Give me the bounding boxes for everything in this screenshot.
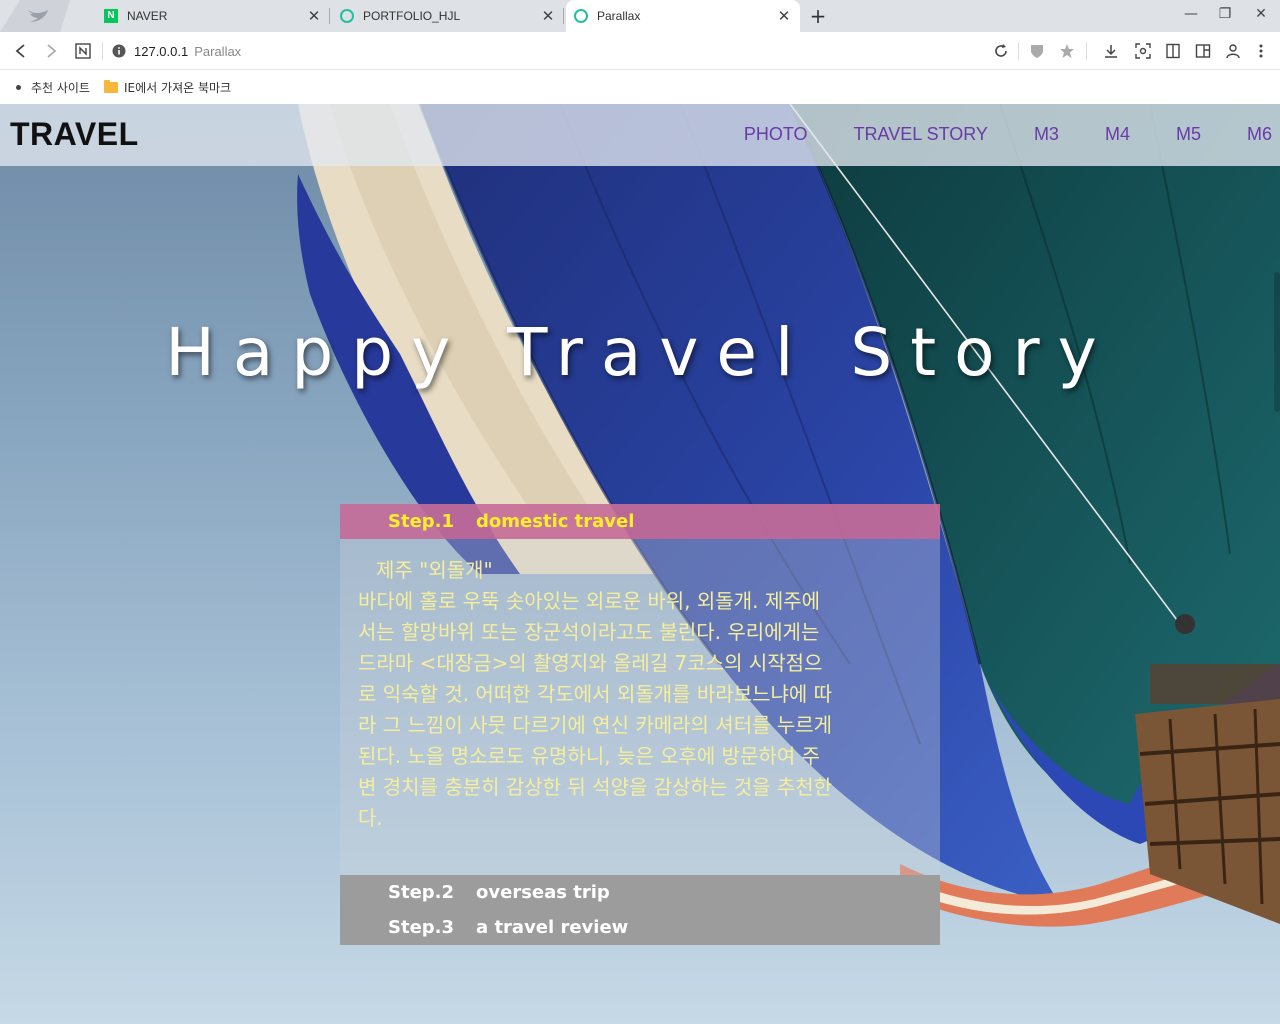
step-title: overseas trip (476, 882, 610, 903)
step1-content: 제주 "외돌개" 바다에 홀로 우뚝 솟아있는 외로운 바위, 외돌개. 제주에… (340, 539, 940, 875)
restore-button[interactable]: ❐ (1208, 0, 1242, 32)
new-tab-button[interactable]: + (806, 4, 830, 28)
minimize-button[interactable]: — (1174, 0, 1208, 32)
hero-title: Happy Travel Story (165, 314, 1115, 391)
close-icon[interactable]: ✕ (776, 7, 792, 25)
tab-naver[interactable]: N NAVER ✕ (96, 0, 330, 32)
step1-subtitle: 제주 "외돌개" (376, 558, 493, 582)
step1-header[interactable]: Step.1 domestic travel (340, 504, 940, 539)
nav-photo[interactable]: PHOTO (744, 124, 808, 145)
shield-icon[interactable] (1026, 40, 1048, 62)
tab-portfolio[interactable]: PORTFOLIO_HJL ✕ (332, 0, 564, 32)
menu-icon[interactable] (1250, 40, 1272, 62)
ring-icon (574, 9, 588, 23)
download-icon[interactable] (1100, 40, 1122, 62)
step-number: Step.2 (388, 882, 455, 903)
naver-home-icon[interactable] (72, 40, 94, 62)
reader-icon[interactable] (1162, 40, 1184, 62)
close-icon[interactable]: ✕ (540, 7, 556, 25)
nav-m4[interactable]: M4 (1105, 124, 1130, 145)
step1-line: 다. (358, 806, 383, 830)
tab-title: PORTFOLIO_HJL (363, 9, 461, 23)
step1-line: 드라마 <대장금>의 촬영지와 올레길 7코스의 시작점으 (358, 651, 823, 675)
page-viewport: TRAVEL PHOTO TRAVEL STORY M3 M4 M5 M6 Ha… (0, 104, 1280, 1024)
dot-icon (16, 84, 21, 90)
info-icon[interactable] (112, 44, 126, 58)
site-nav: PHOTO TRAVEL STORY M3 M4 M5 M6 (698, 124, 1272, 145)
step1-line: 바다에 홀로 우뚝 솟아있는 외로운 바위, 외돌개. 제주에 (358, 589, 821, 613)
tab-title: NAVER (127, 9, 168, 23)
step-title: domestic travel (476, 511, 635, 532)
tab-parallax[interactable]: Parallax ✕ (566, 0, 800, 32)
tab-strip: N NAVER ✕ PORTFOLIO_HJL ✕ Parallax ✕ + —… (0, 0, 1280, 32)
divider (1086, 42, 1087, 60)
bookmark-recommended[interactable]: 추천 사이트 (16, 79, 90, 96)
divider (102, 42, 103, 60)
step1-line: 된다. 노을 명소로도 유명하니, 늦은 오후에 방문하여 주 (358, 744, 821, 768)
reload-icon[interactable] (990, 40, 1012, 62)
step-number: Step.1 (388, 511, 455, 532)
tab-title: Parallax (597, 9, 641, 23)
back-icon[interactable] (10, 40, 32, 62)
site-logo[interactable]: TRAVEL (10, 116, 139, 153)
sidebar-icon[interactable] (1192, 40, 1214, 62)
naver-icon: N (104, 9, 118, 23)
step-title: a travel review (476, 917, 629, 938)
nav-m5[interactable]: M5 (1176, 124, 1201, 145)
twitter-bird-icon (0, 0, 70, 32)
ring-icon (340, 9, 354, 23)
step3-header[interactable]: Step.3 a travel review (340, 910, 940, 945)
address-host: 127.0.0.1 (134, 43, 189, 59)
step-number: Step.3 (388, 917, 455, 938)
bookmark-ie-folder[interactable]: IE에서 가져온 북마크 (104, 79, 231, 96)
close-icon[interactable]: ✕ (306, 7, 322, 25)
nav-m3[interactable]: M3 (1034, 124, 1059, 145)
divider (1018, 42, 1019, 60)
nav-m6[interactable]: M6 (1247, 124, 1272, 145)
step1-line: 변 경치를 충분히 감상한 뒤 석양을 감상하는 것을 추천한 (358, 775, 833, 799)
step-collapsed-group: Step.2 overseas trip Step.3 a travel rev… (340, 875, 940, 945)
step1-line: 라 그 느낌이 사뭇 다르기에 연신 카메라의 셔터를 누르게 (358, 713, 833, 737)
address-title: Parallax (194, 43, 242, 59)
step2-header[interactable]: Step.2 overseas trip (340, 875, 940, 910)
bookmark-label: IE에서 가져온 북마크 (124, 80, 232, 95)
step1-line: 로 익숙할 것. 어떠한 각도에서 외돌개를 바라보느냐에 따 (358, 682, 833, 706)
bookmark-label: 추천 사이트 (31, 80, 91, 95)
bookmarks-bar: 추천 사이트 IE에서 가져온 북마크 (0, 70, 1280, 104)
capture-icon[interactable] (1132, 40, 1154, 62)
folder-icon (104, 79, 119, 93)
steps-accordion: Step.1 domestic travel 제주 "외돌개" 바다에 홀로 우… (340, 504, 940, 945)
nav-travel-story[interactable]: TRAVEL STORY (854, 124, 988, 145)
star-icon[interactable] (1056, 40, 1078, 62)
profile-icon[interactable] (1222, 40, 1244, 62)
site-header: TRAVEL PHOTO TRAVEL STORY M3 M4 M5 M6 (0, 104, 1280, 166)
address-bar[interactable]: 127.0.0.1 Parallax (112, 38, 241, 64)
forward-icon[interactable] (40, 40, 62, 62)
browser-toolbar: 127.0.0.1 Parallax (0, 32, 1280, 70)
close-window-button[interactable]: ✕ (1244, 0, 1278, 32)
step1-line: 서는 할망바위 또는 장군석이라고도 불린다. 우리에게는 (358, 620, 820, 644)
